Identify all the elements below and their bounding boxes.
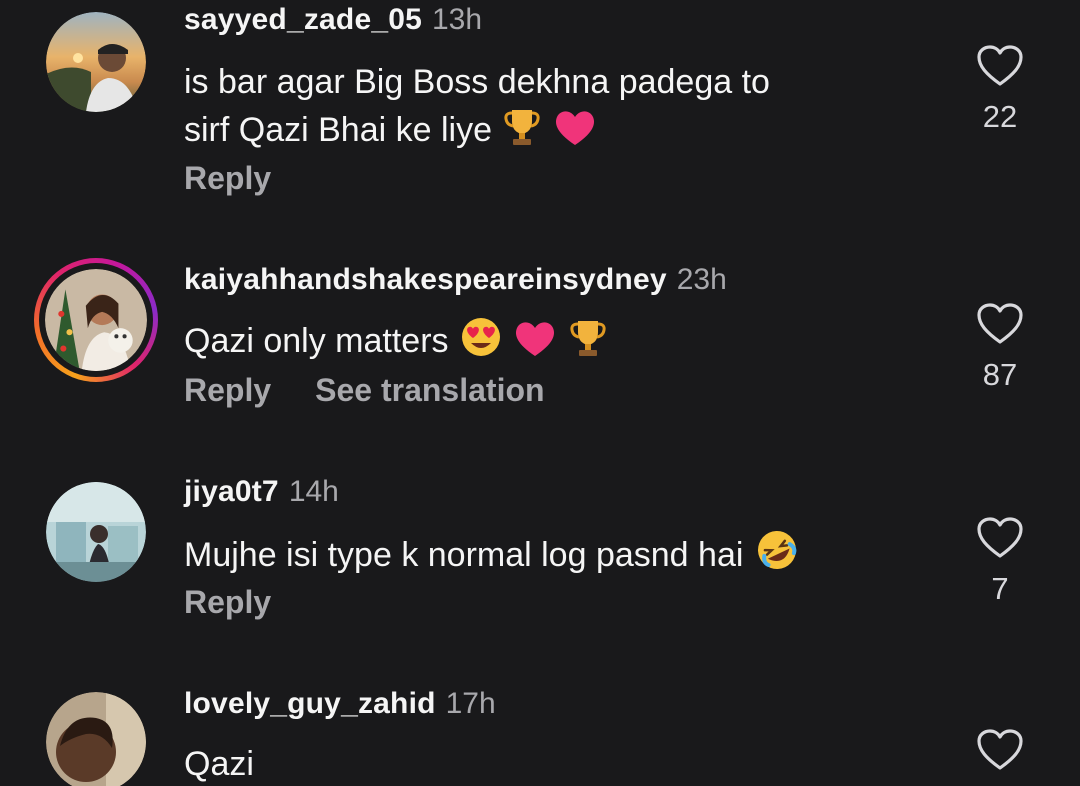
- pink-heart-icon: [516, 322, 555, 356]
- comment-timestamp: 17h: [445, 687, 496, 720]
- avatar: [45, 269, 147, 371]
- rolling-laughing-icon: [757, 531, 797, 569]
- heart-outline-icon[interactable]: [976, 44, 1024, 88]
- like-control: 7: [972, 516, 1028, 606]
- comment-actions: Reply See translation: [184, 372, 545, 409]
- comment-actions: Reply: [184, 584, 271, 621]
- comment-timestamp: 14h: [288, 475, 339, 508]
- comment-text: Qazi only matters: [184, 316, 607, 365]
- trophy-icon: [570, 321, 606, 356]
- comments-list: sayyed_zade_05 13h is bar agar Big Boss d…: [0, 0, 1080, 786]
- comment-timestamp: 23h: [676, 263, 727, 296]
- comment-text-line: Mujhe isi type k normal log pasnd hai: [184, 536, 744, 574]
- reply-button[interactable]: Reply: [184, 160, 271, 197]
- comment-text-line: Qazi: [184, 745, 254, 783]
- comment-text-line: is bar agar Big Boss dekhna padega to: [184, 63, 770, 101]
- comment-meta: sayyed_zade_05 13h: [184, 2, 482, 38]
- reply-button[interactable]: Reply: [184, 372, 271, 409]
- story-ring[interactable]: [34, 258, 158, 382]
- comment-username[interactable]: sayyed_zade_05: [184, 3, 422, 36]
- comment-meta: lovely_guy_zahid 17h: [184, 686, 496, 722]
- pink-heart-icon: [555, 111, 594, 145]
- heart-outline-icon[interactable]: [976, 516, 1024, 560]
- avatar-face-photo-icon: [46, 692, 146, 786]
- reply-button[interactable]: Reply: [184, 584, 271, 621]
- comment-text: Mujhe isi type k normal log pasnd hai: [184, 528, 799, 579]
- comment-text-line-with-emoji: sirf Qazi Bhai ke liye: [184, 106, 770, 154]
- avatar-room-photo-icon: [46, 482, 146, 582]
- heart-eyes-icon: [461, 318, 500, 356]
- avatar[interactable]: [46, 692, 146, 786]
- heart-outline-icon[interactable]: [976, 302, 1024, 346]
- like-control: 87: [972, 302, 1028, 392]
- comment-text-line: sirf Qazi Bhai ke liye: [184, 111, 492, 149]
- like-count: 22: [982, 99, 1018, 134]
- comment-username[interactable]: jiya0t7: [184, 475, 279, 508]
- comment-text: is bar agar Big Boss dekhna padega to si…: [184, 58, 770, 154]
- avatar[interactable]: [46, 482, 146, 582]
- comment-meta: jiya0t7 14h: [184, 474, 339, 510]
- avatar-christmas-photo-icon: [45, 269, 147, 371]
- like-count: 7: [991, 571, 1009, 606]
- comment-timestamp: 13h: [431, 3, 483, 36]
- comment-meta: kaiyahhandshakespeareinsydney 23h: [184, 262, 727, 298]
- like-control: 22: [972, 44, 1028, 134]
- avatar-sunset-photo-icon: [46, 12, 146, 112]
- heart-outline-icon[interactable]: [976, 728, 1024, 772]
- comment-actions: Reply: [184, 160, 271, 197]
- like-count: 87: [982, 357, 1018, 392]
- trophy-icon: [504, 110, 541, 145]
- avatar[interactable]: [46, 12, 146, 112]
- comment-username[interactable]: kaiyahhandshakespeareinsydney: [184, 263, 667, 296]
- comment-text-line: Qazi only matters: [184, 322, 449, 360]
- comment-username[interactable]: lovely_guy_zahid: [184, 687, 436, 720]
- see-translation-button[interactable]: See translation: [315, 372, 544, 409]
- like-control: [972, 728, 1028, 772]
- comment-text: Qazi: [184, 740, 254, 786]
